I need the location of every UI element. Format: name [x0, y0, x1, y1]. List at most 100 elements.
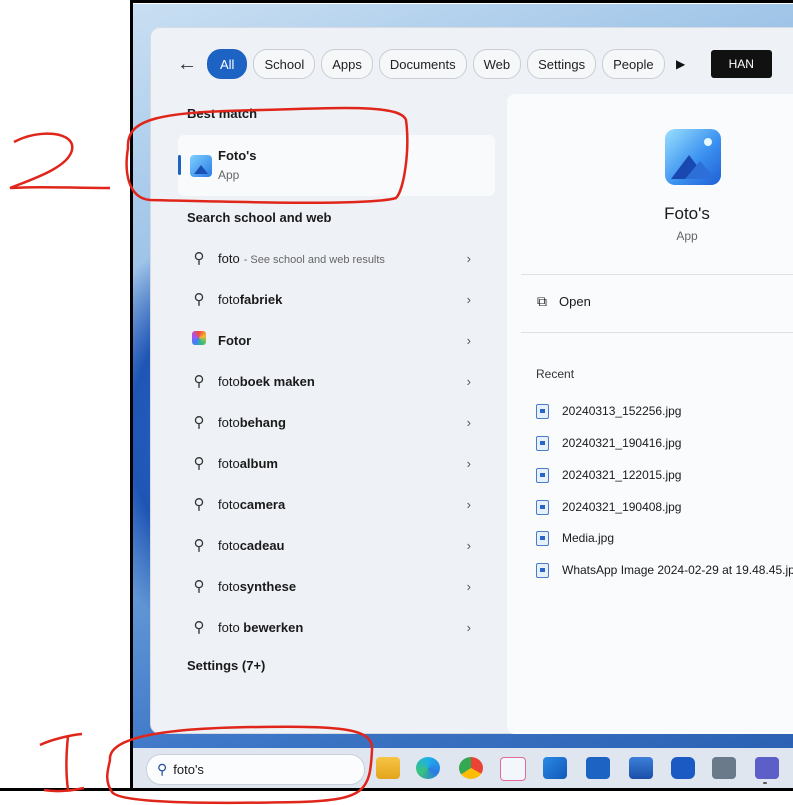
more-filters-button[interactable]: ▶	[671, 50, 691, 78]
suggestion-item[interactable]: ⚲ fotoalbum ›	[178, 443, 495, 483]
file-name: Media.jpg	[562, 531, 615, 545]
file-explorer-icon[interactable]	[376, 757, 400, 779]
taskbar-search-box[interactable]: ⚲ foto's	[146, 754, 365, 785]
recent-heading: Recent	[536, 367, 575, 381]
search-icon: ⚲	[193, 578, 205, 595]
outlook-icon[interactable]	[543, 757, 567, 779]
step-1-marker	[39, 732, 85, 793]
suggestion-prefix: foto	[218, 414, 240, 430]
suggestion-item[interactable]: ⚲ foto - See school and web results ›	[178, 238, 495, 278]
filter-chip-apps[interactable]: Apps	[321, 49, 373, 79]
suggestion-item[interactable]: ⚲ fotobehang ›	[178, 402, 495, 442]
detail-subtitle: App	[676, 229, 698, 243]
image-file-icon	[536, 467, 549, 483]
recent-file[interactable]: 20240321_190416.jpg	[536, 432, 681, 454]
photos-app-icon	[665, 129, 721, 185]
filter-bar: ← All School Apps Documents Web Settings…	[173, 46, 772, 82]
filter-chip-people[interactable]: People	[602, 49, 665, 79]
image-file-icon	[536, 562, 549, 578]
best-match-heading: Best match	[187, 106, 258, 121]
screenshot-frame: ← All School Apps Documents Web Settings…	[0, 0, 793, 805]
search-icon: ⚲	[193, 619, 205, 636]
filter-chip-all[interactable]: All	[207, 49, 248, 79]
search-icon: ⚲	[193, 291, 205, 308]
suggestion-completion: album	[239, 455, 278, 471]
image-file-icon	[536, 499, 549, 515]
photos-app-icon	[190, 155, 212, 177]
file-name: 20240321_190416.jpg	[562, 436, 682, 450]
suggestion-completion: bewerken	[243, 619, 304, 635]
suggestion-completion: cadeau	[239, 537, 285, 553]
suggestion-query: foto	[218, 250, 240, 266]
search-input[interactable]: foto's	[173, 762, 204, 777]
suggestion-completion: boek maken	[239, 373, 315, 389]
filter-chip-settings[interactable]: Settings	[527, 49, 597, 79]
open-external-icon: ⧉	[537, 293, 547, 309]
search-icon: ⚲	[193, 373, 205, 390]
account-button[interactable]: HAN	[710, 50, 772, 78]
suggestion-prefix: foto	[218, 291, 240, 307]
chevron-right-icon: ›	[466, 496, 471, 512]
selection-indicator	[178, 155, 181, 175]
fotor-app-icon	[188, 331, 210, 349]
suggestion-item[interactable]: ⚲ fotoboek maken ›	[178, 361, 495, 401]
suggestion-completion: Fotor	[218, 332, 252, 348]
suggestion-item[interactable]: ⚲ fotocadeau ›	[178, 525, 495, 565]
filter-chip-web[interactable]: Web	[472, 49, 522, 79]
chrome-icon[interactable]	[459, 757, 483, 779]
recent-file[interactable]: WhatsApp Image 2024-02-29 at 19.48.45.jp…	[536, 559, 793, 581]
best-match-item[interactable]: Foto's App	[178, 135, 495, 196]
chevron-right-icon: ›	[466, 250, 471, 266]
divider	[521, 274, 793, 275]
chevron-right-icon: ›	[466, 332, 471, 348]
chevron-right-icon: ›	[466, 619, 471, 635]
filter-chip-school[interactable]: School	[253, 49, 316, 79]
teamviewer-icon[interactable]	[671, 757, 695, 779]
running-indicator	[763, 782, 767, 784]
image-file-icon	[536, 530, 549, 546]
suggestion-completion: synthese	[239, 578, 297, 594]
suggestion-completion: behang	[239, 414, 286, 430]
suggestion-item[interactable]: ⚲ fotosynthese ›	[178, 566, 495, 606]
suggestion-item[interactable]: ⚲ fotocamera ›	[178, 484, 495, 524]
search-icon: ⚲	[157, 761, 168, 777]
calculator-icon[interactable]	[712, 757, 736, 779]
chevron-right-icon: ›	[466, 455, 471, 471]
open-action[interactable]: ⧉ Open	[537, 293, 591, 310]
suggestion-item[interactable]: ⚲ foto bewerken ›	[178, 607, 495, 647]
search-icon: ⚲	[193, 496, 205, 513]
whiteboard-icon[interactable]	[586, 757, 610, 779]
recent-file[interactable]: Media.jpg	[536, 527, 614, 549]
chevron-right-icon: ›	[466, 291, 471, 307]
recent-file[interactable]: 20240313_152256.jpg	[536, 400, 681, 422]
recent-file[interactable]: 20240321_190408.jpg	[536, 496, 681, 518]
search-menu: ← All School Apps Documents Web Settings…	[150, 27, 793, 734]
filter-chip-documents[interactable]: Documents	[378, 49, 467, 79]
suggestion-prefix: foto	[218, 496, 240, 512]
open-label: Open	[559, 294, 591, 309]
chevron-right-icon: ›	[466, 537, 471, 553]
word-icon[interactable]	[629, 757, 653, 779]
teams-icon[interactable]	[755, 757, 779, 779]
suggestion-subtitle: - See school and web results	[243, 253, 385, 266]
frame-border	[130, 0, 133, 790]
frame-border	[130, 0, 793, 3]
divider	[521, 332, 793, 333]
edge-icon[interactable]	[416, 757, 440, 779]
snipping-icon[interactable]	[500, 757, 526, 781]
suggestion-prefix: foto	[218, 373, 240, 389]
suggestion-item[interactable]: Fotor ›	[178, 320, 495, 360]
file-name: 20240321_190408.jpg	[562, 500, 682, 514]
back-button[interactable]: ←	[173, 50, 201, 78]
suggestion-prefix: foto	[218, 578, 240, 594]
chevron-right-icon: ›	[466, 373, 471, 389]
settings-heading[interactable]: Settings (7+)	[187, 658, 265, 673]
recent-file[interactable]: 20240321_122015.jpg	[536, 464, 681, 486]
best-match-type: App	[218, 168, 240, 182]
file-name: 20240321_122015.jpg	[562, 468, 682, 482]
detail-pane: Foto's App ⧉ Open Recent 20240313_152256…	[507, 94, 793, 734]
detail-title: Foto's	[664, 204, 710, 223]
suggestion-completion: camera	[239, 496, 286, 512]
suggestion-item[interactable]: ⚲ fotofabriek ›	[178, 279, 495, 319]
chevron-right-icon: ›	[466, 414, 471, 430]
